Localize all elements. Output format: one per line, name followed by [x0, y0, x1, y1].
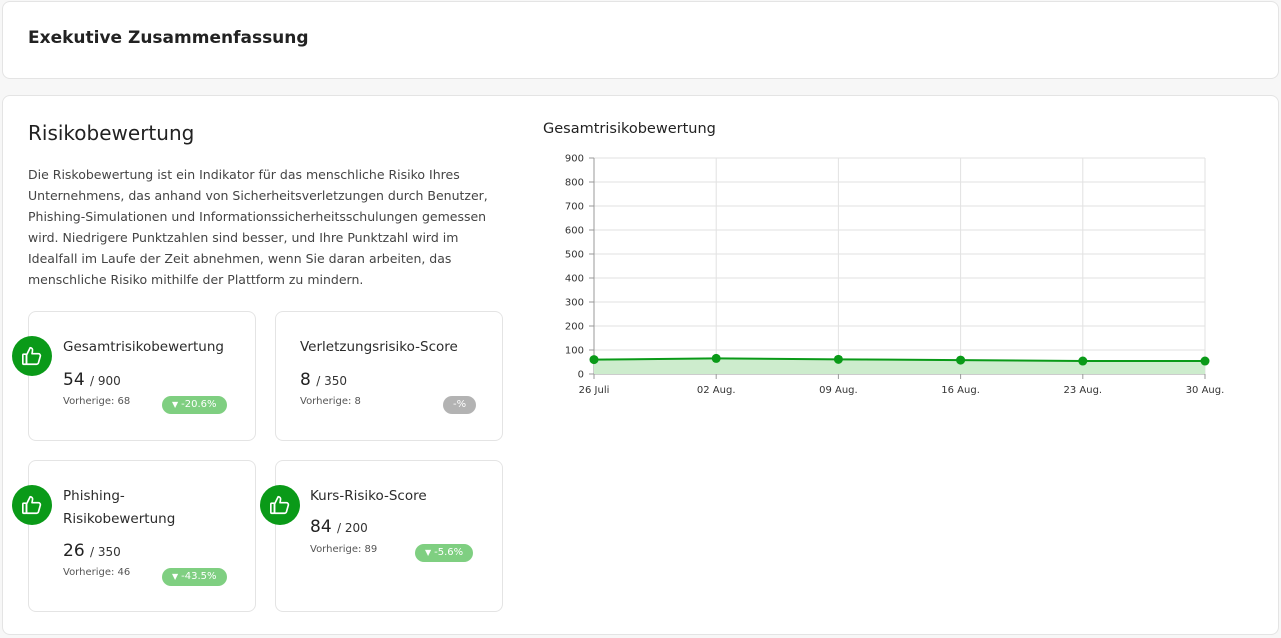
x-tick-label: 09 Aug.: [819, 385, 858, 396]
change-value: -%: [453, 399, 467, 410]
card-value: 8 / 350: [300, 370, 347, 390]
section-title: Risikobewertung: [28, 121, 195, 145]
y-tick-label: 200: [565, 322, 584, 333]
card-title: Phishing-Risikobewertung: [63, 488, 176, 527]
data-point: [1078, 356, 1088, 366]
score-max: / 350: [316, 374, 347, 388]
card-value: 84 / 200: [310, 517, 368, 537]
change-badge: ▼ -5.6%: [415, 544, 474, 562]
score-max: / 350: [90, 545, 121, 559]
x-tick-label: 16 Aug.: [941, 385, 980, 396]
y-tick-label: 900: [565, 154, 584, 165]
y-tick-label: 700: [565, 202, 584, 213]
previous-score: Vorherige: 89: [310, 544, 378, 555]
page-title: Exekutive Zusammenfassung: [28, 28, 309, 48]
y-tick-label: 600: [565, 226, 584, 237]
card-value: 54 / 900: [63, 370, 121, 390]
change-badge: ▼ -20.6%: [162, 396, 227, 414]
risk-description: Die Riskobewertung ist ein Indikator für…: [28, 167, 488, 287]
arrow-down-icon: ▼: [172, 400, 179, 409]
data-point: [589, 355, 599, 365]
data-point: [833, 354, 843, 364]
thumbs-up-icon: [12, 485, 52, 525]
score-max: / 900: [90, 374, 121, 388]
score-max: / 200: [337, 521, 368, 535]
card-title: Verletzungsrisiko-Score: [300, 339, 458, 355]
card-title: Gesamtrisikobewertung: [63, 339, 224, 355]
y-tick-label: 800: [565, 178, 584, 189]
arrow-down-icon: ▼: [172, 572, 179, 581]
score-value: 84: [310, 517, 332, 537]
previous-score: Vorherige: 46: [63, 567, 131, 578]
card-value: 26 / 350: [63, 541, 121, 561]
thumbs-up-icon: [12, 336, 52, 376]
score-value: 54: [63, 370, 85, 390]
y-tick-label: 300: [565, 298, 584, 309]
score-value: 26: [63, 541, 85, 561]
previous-score: Vorherige: 68: [63, 396, 131, 407]
change-badge: -%: [443, 396, 477, 414]
previous-score: Vorherige: 8: [300, 396, 361, 407]
card-violation-risk[interactable]: Verletzungsrisiko-Score 8 / 350 Vorherig…: [275, 311, 503, 441]
data-point: [1200, 356, 1210, 366]
data-point: [711, 353, 721, 363]
x-tick-label: 30 Aug.: [1186, 385, 1225, 396]
card-title: Kurs-Risiko-Score: [310, 488, 427, 504]
thumbs-up-icon: [260, 485, 300, 525]
arrow-down-icon: ▼: [425, 548, 432, 557]
card-overall-risk[interactable]: Gesamtrisikobewertung 54 / 900 Vorherige…: [28, 311, 256, 441]
data-point: [956, 355, 966, 365]
card-phishing-risk[interactable]: Phishing-Risikobewertung 26 / 350 Vorher…: [28, 460, 256, 612]
change-value: -43.5%: [181, 571, 217, 582]
score-value: 8: [300, 370, 311, 390]
x-tick-label: 02 Aug.: [697, 385, 736, 396]
y-tick-label: 400: [565, 274, 584, 285]
y-tick-label: 0: [578, 370, 584, 381]
risk-trend-chart: 0 100 200 300 400 500 600 700 800 900 26 Juli 02 Au…: [565, 154, 1225, 397]
chart-title: Gesamtrisikobewertung: [543, 121, 716, 137]
x-tick-label: 23 Aug.: [1063, 385, 1102, 396]
x-tick-label: 26 Juli: [579, 385, 610, 396]
y-tick-label: 500: [565, 250, 584, 261]
risk-panel: Risikobewertung Die Riskobewertung ist e…: [2, 95, 1279, 635]
change-value: -5.6%: [434, 547, 464, 558]
y-tick-label: 100: [565, 346, 584, 357]
change-badge: ▼ -43.5%: [162, 568, 227, 586]
change-value: -20.6%: [181, 399, 217, 410]
card-course-risk[interactable]: Kurs-Risiko-Score 84 / 200 Vorherige: 89…: [275, 460, 503, 612]
header-panel: Exekutive Zusammenfassung: [2, 1, 1279, 79]
